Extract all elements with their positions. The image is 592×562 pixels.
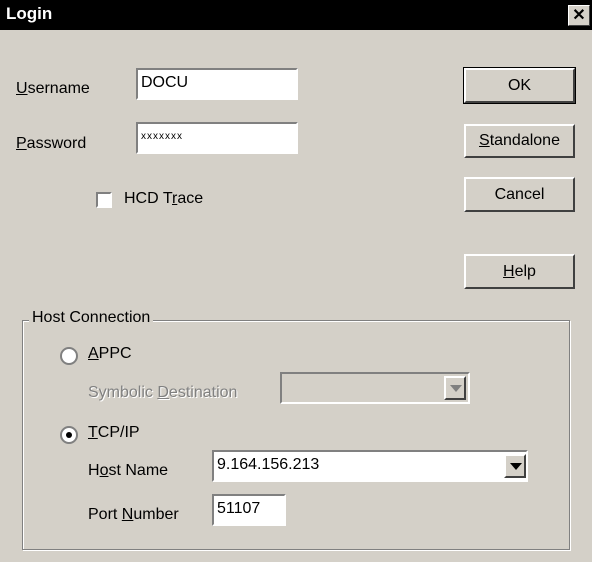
port-number-input[interactable]: 51107 — [212, 494, 286, 526]
symbolic-destination-select[interactable] — [280, 372, 470, 404]
hcd-trace-checkbox[interactable] — [96, 192, 112, 208]
username-input[interactable]: DOCU — [136, 68, 298, 100]
host-connection-title: Host Connection — [29, 309, 154, 327]
host-name-label: Host Name — [88, 462, 169, 479]
port-number-label: Port Number — [88, 506, 179, 523]
cancel-button[interactable]: Cancel — [464, 177, 575, 212]
standalone-button[interactable]: Standalone — [464, 124, 575, 158]
host-name-select[interactable]: 9.164.156.213 — [212, 450, 528, 482]
window-title: Login — [6, 4, 53, 23]
tcpip-label: TCP/IP — [88, 424, 140, 441]
host-name-dropdown-button[interactable] — [504, 454, 526, 478]
tcpip-radio[interactable] — [60, 426, 78, 444]
hcd-trace-label: HCD Trace — [124, 190, 204, 207]
symbolic-destination-label: Symbolic Destination — [88, 384, 238, 401]
ok-button[interactable]: OK — [463, 67, 576, 104]
chevron-down-icon — [450, 385, 462, 392]
password-input[interactable]: xxxxxxx — [136, 122, 298, 154]
help-button[interactable]: Help — [464, 254, 575, 289]
username-label: Username — [16, 80, 90, 97]
password-label: Password — [16, 135, 87, 152]
title-bar: Login ✕ — [0, 0, 592, 30]
close-icon[interactable]: ✕ — [568, 5, 590, 26]
symbolic-destination-dropdown-button[interactable] — [444, 376, 466, 400]
chevron-down-icon — [510, 463, 522, 470]
radio-selected-dot — [66, 432, 72, 438]
appc-radio[interactable] — [60, 347, 78, 365]
appc-label: APPC — [88, 345, 132, 362]
